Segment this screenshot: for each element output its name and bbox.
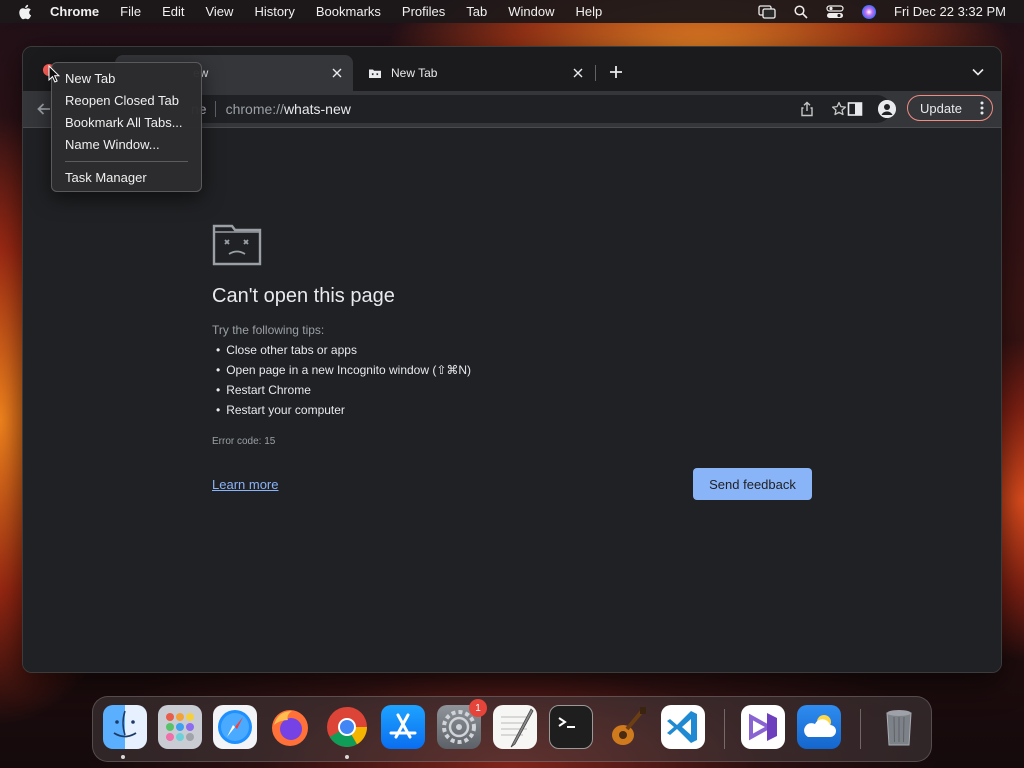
side-panel-icon[interactable]	[847, 101, 863, 117]
spotlight-search-icon[interactable]	[792, 4, 810, 20]
tips-list: Close other tabs or apps Open page in a …	[216, 340, 471, 420]
launchpad-icon[interactable]	[158, 705, 202, 749]
menubar-tab[interactable]: Tab	[466, 4, 487, 19]
weather-icon[interactable]	[797, 705, 841, 749]
menu-item-task-manager[interactable]: Task Manager	[52, 167, 201, 189]
macos-dock: 1	[92, 696, 932, 762]
update-chrome-button[interactable]: Update	[907, 95, 993, 121]
menubar-history[interactable]: History	[254, 4, 294, 19]
tips-label: Try the following tips:	[212, 323, 325, 337]
tab-title: New Tab	[391, 66, 438, 80]
menubar-profiles[interactable]: Profiles	[402, 4, 445, 19]
menu-separator	[65, 161, 188, 162]
profile-avatar-icon[interactable]	[878, 100, 896, 118]
tab-close-icon[interactable]	[570, 65, 586, 81]
error-title: Can't open this page	[212, 285, 395, 307]
dock-separator	[860, 709, 861, 749]
notification-badge: 1	[469, 699, 487, 717]
send-feedback-button[interactable]: Send feedback	[693, 468, 812, 500]
finder-running-indicator	[121, 755, 125, 759]
app-store-icon[interactable]	[381, 705, 425, 749]
bookmark-star-icon[interactable]	[831, 101, 847, 117]
menu-item-new-tab[interactable]: New Tab	[52, 68, 201, 90]
tab-search-chevron-down-icon[interactable]	[969, 63, 987, 81]
tab-close-icon[interactable]	[329, 65, 345, 81]
vscode-icon[interactable]	[661, 705, 705, 749]
address-bar[interactable]: ne chrome://whats-new	[171, 95, 891, 123]
menu-item-name-window[interactable]: Name Window...	[52, 134, 201, 156]
menu-item-reopen-closed-tab[interactable]: Reopen Closed Tab	[52, 90, 201, 112]
tip-item: Open page in a new Incognito window (⇧⌘N…	[216, 360, 471, 380]
dock-separator	[724, 709, 725, 749]
menubar-app-name[interactable]: Chrome	[50, 4, 99, 19]
screen-mirroring-icon[interactable]	[758, 4, 776, 20]
tab-new-tab[interactable]: New Tab	[358, 55, 594, 91]
chrome-running-indicator	[345, 755, 349, 759]
mouse-pointer-icon	[48, 64, 61, 83]
tab-separator	[595, 65, 596, 81]
trash-icon[interactable]	[877, 705, 921, 749]
error-code: Error code: 15	[212, 436, 276, 447]
visual-studio-icon[interactable]	[741, 705, 785, 749]
menubar-file[interactable]: File	[120, 4, 141, 19]
new-tab-plus-icon[interactable]	[607, 63, 625, 81]
macos-menubar: Chrome File Edit View History Bookmarks …	[0, 0, 1024, 23]
menubar-edit[interactable]: Edit	[162, 4, 184, 19]
finder-icon[interactable]	[103, 705, 147, 749]
more-vertical-icon[interactable]	[980, 100, 984, 116]
apple-menu-icon[interactable]	[18, 4, 34, 20]
system-settings-icon[interactable]: 1	[437, 699, 487, 749]
tip-item: Restart Chrome	[216, 380, 471, 400]
menubar-help[interactable]: Help	[576, 4, 603, 19]
textedit-icon[interactable]	[493, 705, 537, 749]
new-tab-favicon-icon	[368, 66, 382, 80]
url-path: whats-new	[283, 101, 351, 117]
share-icon[interactable]	[799, 101, 815, 117]
chrome-icon[interactable]	[325, 705, 369, 749]
sad-folder-icon	[212, 224, 262, 266]
menu-item-bookmark-all-tabs[interactable]: Bookmark All Tabs...	[52, 112, 201, 134]
url-text[interactable]: chrome://whats-new	[226, 101, 351, 117]
siri-icon[interactable]	[860, 4, 878, 20]
update-label: Update	[920, 100, 962, 116]
terminal-icon[interactable]	[549, 705, 593, 749]
control-center-icon[interactable]	[826, 4, 844, 20]
safari-icon[interactable]	[213, 705, 257, 749]
url-scheme: chrome://	[225, 101, 284, 117]
tip-item: Restart your computer	[216, 400, 471, 420]
omnibox-divider	[214, 101, 216, 117]
menubar-bookmarks[interactable]: Bookmarks	[316, 4, 381, 19]
menubar-clock[interactable]: Fri Dec 22 3:32 PM	[894, 4, 1006, 19]
firefox-icon[interactable]	[268, 705, 312, 749]
tab-context-menu: New Tab Reopen Closed Tab Bookmark All T…	[51, 62, 202, 192]
error-page: Can't open this page Try the following t…	[23, 128, 1001, 672]
menubar-status-area: Fri Dec 22 3:32 PM	[758, 0, 1006, 23]
learn-more-link[interactable]: Learn more	[212, 477, 278, 492]
menubar-window[interactable]: Window	[508, 4, 554, 19]
menubar-view[interactable]: View	[205, 4, 233, 19]
tip-item: Close other tabs or apps	[216, 340, 471, 360]
garageband-icon[interactable]	[605, 705, 649, 749]
